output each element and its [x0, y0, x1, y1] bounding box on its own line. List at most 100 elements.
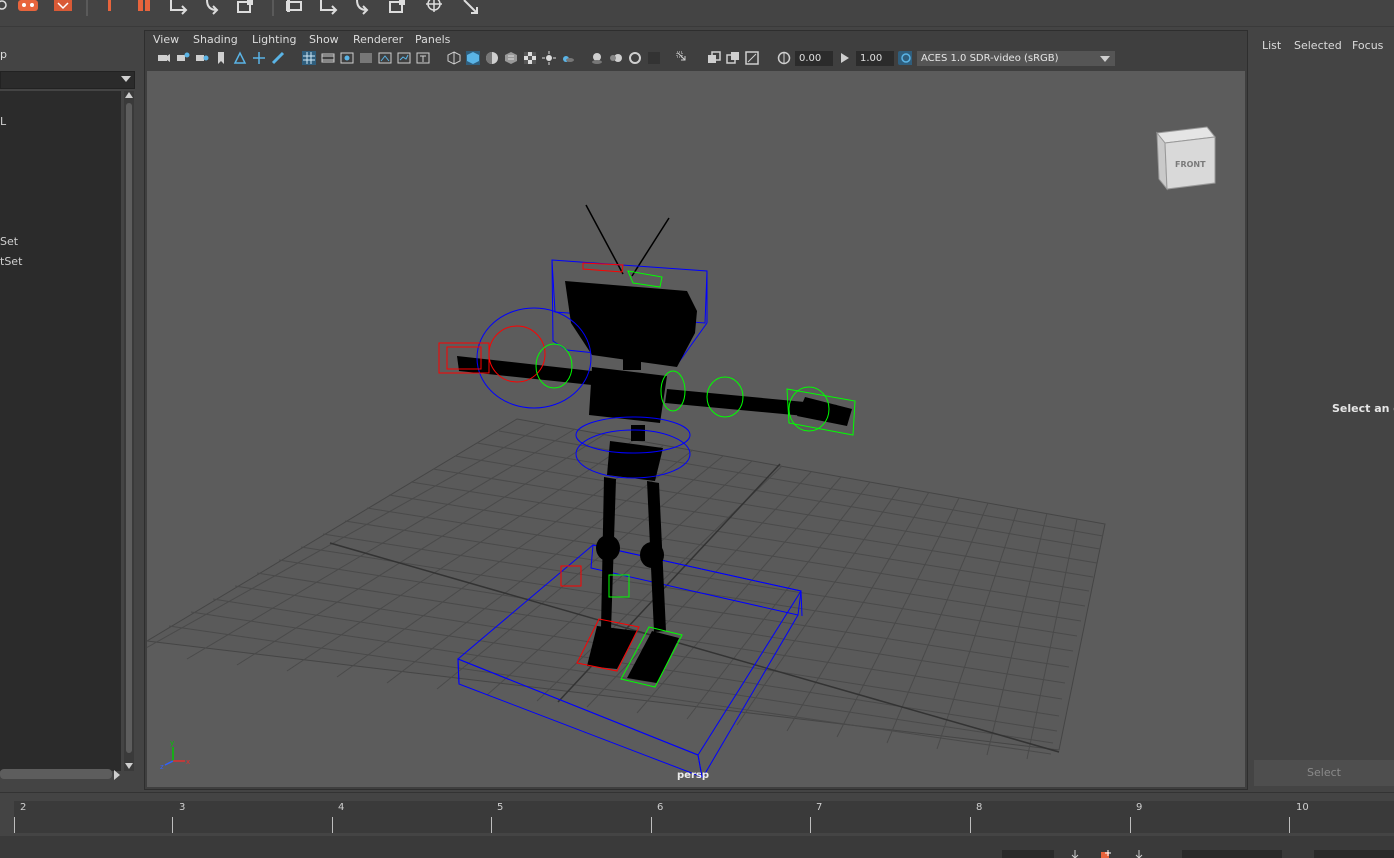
paint-icon[interactable]	[16, 0, 38, 16]
channels-icon[interactable]	[136, 0, 158, 16]
menu-renderer[interactable]: Renderer	[353, 33, 403, 46]
backface-icon[interactable]	[745, 51, 759, 65]
tick-mark	[491, 817, 492, 833]
scale-tool-icon[interactable]	[388, 0, 410, 16]
bookmark-icon[interactable]	[214, 51, 228, 65]
tick-label: 7	[816, 802, 823, 813]
tab-selected[interactable]: Selected	[1294, 39, 1342, 52]
select-button[interactable]: Select	[1254, 760, 1394, 786]
menu-show[interactable]: Show	[309, 33, 339, 46]
scroll-right-icon[interactable]	[114, 770, 120, 780]
range-field[interactable]	[1182, 850, 1282, 858]
checker-icon[interactable]	[523, 51, 537, 65]
gamma-field[interactable]: 1.00	[856, 51, 894, 66]
key-add-icon[interactable]	[1100, 850, 1114, 858]
rotate-icon[interactable]	[203, 0, 225, 16]
image-plane-icon[interactable]	[233, 51, 247, 65]
play-forward-icon[interactable]	[1134, 850, 1144, 858]
default-material-icon[interactable]	[485, 51, 499, 65]
attribute-editor-panel: List Selected Focus Select an ob Select	[1252, 30, 1394, 788]
gamma-icon[interactable]	[838, 51, 852, 65]
outliner-item[interactable]: Set	[0, 235, 18, 248]
lights-icon[interactable]	[542, 51, 556, 65]
scene-canvas[interactable]: FRONT y x z	[147, 71, 1245, 787]
move-tool-icon[interactable]	[318, 0, 340, 16]
svg-text:x: x	[186, 758, 190, 766]
right-arm	[660, 370, 856, 436]
isolate-select-icon[interactable]	[676, 51, 690, 65]
tick-label: 2	[20, 802, 27, 813]
textured-icon[interactable]	[504, 51, 518, 65]
resolution-gate-icon[interactable]	[340, 51, 354, 65]
safe-title-icon[interactable]	[416, 51, 430, 65]
grease-pencil-icon[interactable]	[271, 51, 285, 65]
tick-label: 3	[179, 802, 186, 813]
scroll-up-icon[interactable]	[125, 92, 133, 98]
camera-attributes-icon[interactable]	[195, 51, 209, 65]
end-field[interactable]	[1314, 850, 1394, 858]
depth-of-field-icon[interactable]	[647, 51, 661, 65]
play-back-icon[interactable]	[1070, 850, 1080, 858]
camera-lock-icon[interactable]	[176, 51, 190, 65]
tab-focus[interactable]: Focus	[1352, 39, 1383, 52]
tab-list[interactable]: List	[1262, 39, 1281, 52]
motion-blur-icon[interactable]	[609, 51, 623, 65]
scroll-thumb[interactable]	[126, 103, 132, 753]
tick-label: 4	[338, 802, 345, 813]
frame-field[interactable]	[1002, 850, 1054, 858]
view-cube-label: FRONT	[1175, 160, 1206, 169]
xray-joints-icon[interactable]	[726, 51, 740, 65]
left-arm	[438, 307, 592, 409]
tick-mark	[1289, 817, 1290, 833]
xray-icon[interactable]	[707, 51, 721, 65]
outliner-horizontal-scrollbar[interactable]	[0, 769, 112, 779]
outliner-vertical-scrollbar[interactable]	[124, 91, 134, 771]
move-icon[interactable]	[168, 0, 190, 16]
menu-shading[interactable]: Shading	[193, 33, 238, 46]
menu-view[interactable]: View	[153, 33, 179, 46]
shadows-icon[interactable]	[561, 51, 575, 65]
key-icon[interactable]	[52, 0, 74, 16]
menu-panels[interactable]: Panels	[415, 33, 450, 46]
tick-label: 6	[657, 802, 664, 813]
tick-mark	[332, 817, 333, 833]
scroll-down-icon[interactable]	[125, 763, 133, 769]
color-space-dropdown[interactable]: ACES 1.0 SDR-video (sRGB)	[917, 51, 1115, 66]
field-chart-icon[interactable]	[378, 51, 392, 65]
2d-pan-icon[interactable]	[252, 51, 266, 65]
exposure-field[interactable]: 0.00	[795, 51, 833, 66]
scale-icon[interactable]	[236, 0, 258, 16]
robot-head	[565, 281, 697, 367]
outliner-item[interactable]: tSet	[0, 255, 22, 268]
wireframe-icon[interactable]	[447, 51, 461, 65]
expand-icon[interactable]	[460, 0, 482, 16]
attribute-icon[interactable]	[102, 0, 124, 16]
tick-mark	[970, 817, 971, 833]
viewport-3d-scene[interactable]: FRONT y x z persp	[147, 71, 1245, 787]
film-gate-icon[interactable]	[321, 51, 335, 65]
menu-lighting[interactable]: Lighting	[252, 33, 296, 46]
camera-icon[interactable]	[157, 51, 171, 65]
tick-label: 10	[1296, 802, 1309, 813]
crosshair-icon[interactable]	[424, 0, 446, 16]
grid-icon[interactable]	[302, 51, 316, 65]
chevron-down-icon[interactable]	[121, 76, 131, 82]
outliner-item[interactable]: L	[0, 115, 6, 128]
exposure-icon[interactable]	[777, 51, 791, 65]
safe-action-icon[interactable]	[397, 51, 411, 65]
smooth-shade-icon[interactable]	[466, 51, 480, 65]
view-cube[interactable]: FRONT	[1156, 126, 1216, 191]
color-management-icon[interactable]	[898, 51, 912, 65]
time-slider[interactable]: 2 3 4 5 6 7 8 9 10	[0, 792, 1394, 833]
outliner-list[interactable]: L Set tSet	[0, 91, 121, 771]
timeline-track[interactable]	[14, 801, 1394, 833]
axis-gizmo: y x z	[160, 739, 190, 771]
rotate-tool-icon[interactable]	[353, 0, 375, 16]
chevron-down-icon[interactable]	[1100, 56, 1110, 62]
ambient-occlusion-icon[interactable]	[590, 51, 604, 65]
outliner-header: p	[0, 48, 7, 61]
align-icon[interactable]	[284, 0, 306, 16]
gate-mask-icon[interactable]	[359, 51, 373, 65]
outliner-search-field[interactable]	[0, 71, 135, 89]
antialias-icon[interactable]	[628, 51, 642, 65]
